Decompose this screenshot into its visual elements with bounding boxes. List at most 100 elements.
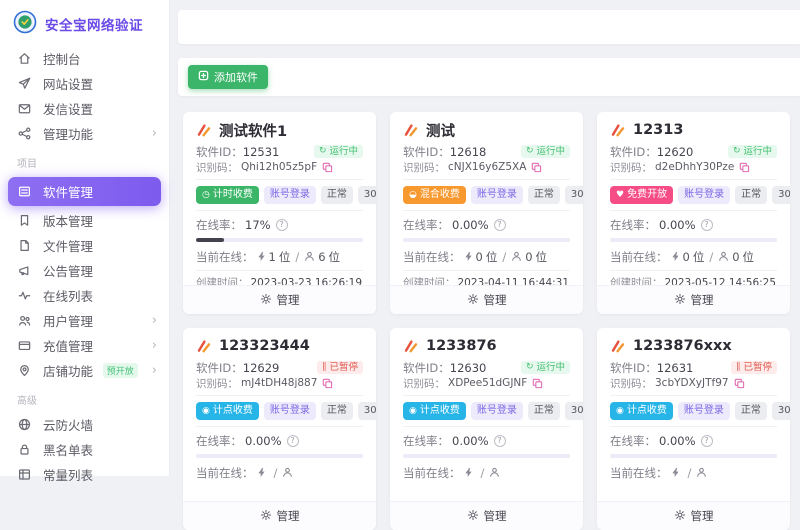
sidebar-item-announcement-management[interactable]: 公告管理	[0, 258, 169, 283]
help-icon[interactable]: ?	[700, 434, 713, 447]
sidebar-item-blacklist[interactable]: 黑名单表	[0, 437, 169, 462]
sidebar-item-file-management[interactable]: 文件管理	[0, 233, 169, 258]
sidebar-item-cloud-firewall[interactable]: 云防火墙	[0, 412, 169, 437]
software-id-value: 12629	[242, 360, 280, 375]
sidebar-item-version-management[interactable]: 版本管理	[0, 208, 169, 233]
current-online-label: 当前在线：	[196, 249, 254, 264]
current-online-label: 当前在线：	[610, 249, 668, 264]
sidebar-item-label: 软件管理	[43, 185, 94, 200]
online-rate-label: 在线率：	[610, 217, 656, 232]
online-rate-label: 在线率：	[610, 433, 656, 448]
sidebar-item-mail-settings[interactable]: 发信设置	[0, 96, 169, 121]
copy-icon[interactable]	[739, 162, 750, 173]
map-pin-icon	[17, 363, 33, 379]
manage-label: 管理	[276, 293, 300, 307]
software-brand-icon	[610, 338, 626, 354]
software-card: 1233876 软件ID： 12630 ↻ 运行中 识别码： XDPee51dGJ…	[390, 328, 583, 530]
manage-button[interactable]: 管理	[597, 501, 790, 530]
fee-tag-label: 计时收费	[212, 189, 253, 200]
software-title: 123323444	[219, 338, 310, 354]
sync-icon: ↻	[525, 146, 534, 156]
unit-label: 位	[328, 249, 341, 264]
fee-tag: ◉ 计点收费	[403, 402, 466, 420]
software-id-label: 软件ID：	[196, 144, 243, 159]
state-tag: 正常	[735, 186, 768, 204]
code-value: XDPee51dGJNF	[448, 377, 528, 389]
help-icon[interactable]: ?	[493, 434, 506, 447]
status-badge: ∥ 已暂停	[316, 360, 363, 375]
status-badge: ↻ 运行中	[520, 360, 570, 375]
fee-tag-label: 计点收费	[626, 405, 667, 416]
sidebar-item-label: 常量列表	[43, 468, 94, 483]
manage-button[interactable]: 管理	[390, 501, 583, 530]
unit-label: 位	[692, 249, 705, 264]
help-icon[interactable]: ?	[275, 218, 288, 231]
heartbeat-tag: 300秒	[771, 402, 790, 420]
online-rate-progressbar	[610, 454, 777, 458]
state-tag: 正常	[320, 186, 353, 204]
app-logo-row[interactable]: 安全宝网络验证	[0, 0, 169, 44]
current-online-label: 当前在线：	[403, 249, 461, 264]
online-rate-progressbar	[610, 238, 777, 242]
online-rate-value: 17%	[245, 217, 271, 232]
copy-icon[interactable]	[734, 378, 745, 389]
fee-tag-label: 计点收费	[419, 405, 460, 416]
software-brand-icon	[403, 338, 419, 354]
manage-button[interactable]: 管理	[183, 501, 376, 530]
code-label: 识别码：	[403, 377, 445, 390]
fee-tag-label: 计点收费	[212, 405, 253, 416]
coin-icon: ◉	[202, 405, 210, 416]
copy-icon[interactable]	[531, 162, 542, 173]
manage-button[interactable]: 管理	[183, 285, 376, 314]
slash-separator: /	[709, 249, 714, 264]
sidebar-item-user-management[interactable]: 用户管理 ›	[0, 308, 169, 333]
online-rate-progressbar	[196, 454, 363, 458]
sidebar-item-site-settings[interactable]: 网站设置	[0, 71, 169, 96]
current-online-label: 当前在线：	[196, 465, 254, 480]
list-icon	[17, 184, 33, 200]
manage-label: 管理	[483, 293, 507, 307]
software-title: 测试	[426, 123, 455, 140]
sidebar-item-constant-list[interactable]: 常量列表	[0, 462, 169, 487]
bolt-icon	[464, 251, 473, 262]
help-icon[interactable]: ?	[286, 434, 299, 447]
sidebar-item-recharge-management[interactable]: 充值管理 ›	[0, 333, 169, 358]
credit-card-icon	[17, 338, 33, 354]
copy-icon[interactable]	[532, 378, 543, 389]
home-icon	[17, 51, 33, 67]
sidebar-item-console[interactable]: 控制台	[0, 46, 169, 71]
online-total-count: 6	[318, 249, 326, 264]
megaphone-icon	[17, 263, 33, 279]
divider	[610, 179, 777, 180]
software-title: 1233876xxx	[633, 338, 732, 354]
divider	[610, 395, 777, 396]
fee-tag: ◉ 计点收费	[610, 402, 673, 420]
manage-button[interactable]: 管理	[597, 285, 790, 314]
code-value: d2eDhhY30Pze	[655, 161, 735, 173]
toolbar: 添加软件	[178, 58, 800, 96]
chevron-right-icon: ›	[151, 363, 157, 378]
fee-tag: ◉ 计点收费	[196, 402, 259, 420]
fee-tag-label: 免费开放	[627, 189, 668, 200]
tag-row: ◷计时收费 账号登录 正常 300秒	[196, 186, 376, 204]
fee-tag: ◒ 混合收费	[403, 186, 466, 204]
add-software-button[interactable]: 添加软件	[188, 65, 268, 89]
login-mode-tag: 账号登录	[263, 186, 316, 204]
sidebar-item-label: 公告管理	[43, 264, 94, 279]
heartbeat-tag: 300秒	[564, 186, 583, 204]
help-icon[interactable]: ?	[493, 218, 506, 231]
sidebar-item-online-list[interactable]: 在线列表	[0, 283, 169, 308]
sidebar-item-shop-functions[interactable]: 店铺功能 预开放 ›	[0, 358, 169, 383]
login-mode-tag: 账号登录	[263, 402, 316, 420]
sidebar-item-software-management[interactable]: 软件管理	[8, 177, 161, 206]
sidebar-item-label: 发信设置	[43, 102, 94, 117]
manage-button[interactable]: 管理	[390, 285, 583, 314]
table-icon	[17, 467, 33, 483]
send-icon	[17, 76, 33, 92]
divider	[196, 179, 363, 180]
copy-icon[interactable]	[322, 162, 333, 173]
sidebar-item-admin-functions[interactable]: 管理功能 ›	[0, 121, 169, 146]
pause-icon: ∥	[321, 362, 327, 372]
help-icon[interactable]: ?	[700, 218, 713, 231]
copy-icon[interactable]	[322, 378, 333, 389]
